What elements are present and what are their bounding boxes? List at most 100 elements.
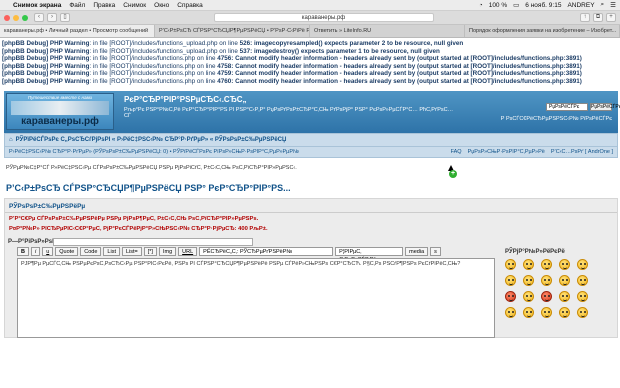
user-links: Р›РёС‡РЅС‹Р№ СЂР°Р·РґРµР» (РЎРѕРѕР±С‰РµР… xyxy=(5,145,617,157)
menu-capture[interactable]: Снимок xyxy=(123,2,146,9)
tab-topic[interactable]: Р’С‹Р±РѕСЂ СЃРЅР°СЂСЏР¶РµРЅРёСЏ • Р’РѕР·… xyxy=(155,25,310,37)
smiley-icon[interactable] xyxy=(523,258,534,270)
smiley-icon[interactable] xyxy=(559,258,570,270)
smiley-icon[interactable] xyxy=(541,258,552,270)
list-button[interactable]: List xyxy=(103,246,120,256)
breadcrumb: ⌂ РЎРїРёСЃРѕРє С„РѕСЂСѓРјРѕРІ « Р›РёС‡РЅ… xyxy=(5,134,617,146)
url-button[interactable]: URL xyxy=(178,246,198,256)
list-item-button[interactable]: [*] xyxy=(143,246,157,256)
battery-level[interactable]: 100 % xyxy=(489,2,507,9)
home-icon: ⌂ xyxy=(9,136,13,143)
forward-button[interactable]: › xyxy=(47,13,57,22)
smiley-icon[interactable] xyxy=(523,290,534,302)
smiley-icon[interactable] xyxy=(505,274,516,286)
font-color-select[interactable]: Р¦РІРµС‚ С‚РµРєСЃС‚Р° xyxy=(335,246,404,263)
breadcrumb-text[interactable]: РЎРїРёСЃРѕРє С„РѕСЂСѓРјРѕРІ « Р›РёС‡РЅС‹… xyxy=(16,137,287,143)
smiley-icon[interactable] xyxy=(541,306,552,318)
panel-heading: РЎРѕРѕР±С‰РµРЅРёРµ xyxy=(5,199,617,213)
smiley-icon[interactable] xyxy=(559,306,570,318)
subject-input[interactable] xyxy=(53,237,253,246)
logo-name: караванеры.рф xyxy=(21,115,99,127)
zoom-window-button[interactable] xyxy=(22,14,28,21)
tab-patent[interactable]: Порядок оформления заявки на изобретение… xyxy=(465,25,620,37)
warning-line: [phpBB Debug] PHP Warning: in file [ROOT… xyxy=(2,70,582,78)
tab-liteinfo[interactable]: Ответить » LiteInfo.RU xyxy=(310,25,465,37)
smiley-icon[interactable] xyxy=(523,306,534,318)
wifi-icon[interactable]: ◔ xyxy=(479,2,483,9)
warning-line: [phpBB Debug] PHP Warning: in file [ROOT… xyxy=(2,77,582,85)
media-button[interactable]: media xyxy=(405,246,429,256)
new-tab-button[interactable]: + xyxy=(606,13,616,22)
menu-app-name[interactable]: Снимок экрана xyxy=(13,2,61,9)
underline-button[interactable]: u xyxy=(42,246,54,256)
logo-tagline: Путешествие вместе с нами xyxy=(27,94,93,100)
logout-link[interactable]: Р’С‹С…РѕРґ [ AndrOne ] xyxy=(551,149,613,155)
menu-edit[interactable]: Правка xyxy=(93,2,115,9)
menu-window[interactable]: Окно xyxy=(154,2,169,9)
debug-warnings: [phpBB Debug] PHP Warning: in file [ROOT… xyxy=(0,38,620,86)
image-button[interactable]: Img xyxy=(158,246,177,256)
ucp-link[interactable]: Р›РёС‡РЅС‹Р№ СЂР°Р·РґРµР» (РЎРѕРѕР±С‰РµР… xyxy=(9,149,299,155)
user-name[interactable]: ANDREY xyxy=(567,2,594,9)
smiley-icon[interactable] xyxy=(559,274,570,286)
smiley-icon[interactable] xyxy=(577,290,588,302)
error-message: Р’Р°С€Рµ СЃРѕРѕР±С‰РµРЅРёРµ РЅРµ РјРѕР¶Р… xyxy=(9,215,259,222)
bold-button[interactable]: B xyxy=(17,246,29,256)
forum-navbar: ⌂ РЎРїРёСЃРѕРє С„РѕСЂСѓРјРѕРІ « Р›РёС‡РЅ… xyxy=(4,132,618,158)
smiley-icon[interactable] xyxy=(577,274,588,286)
bbcode-toolbar: B i u Quote Code List List= [*] Img URL … xyxy=(17,246,441,263)
angry-smiley-icon[interactable] xyxy=(541,290,552,302)
font-size-select[interactable]: РЁСЂРёС„С‚: РЎСЂРµРґРЅРёР№ xyxy=(199,246,334,256)
share-icon[interactable]: ↑ xyxy=(580,13,590,22)
post-panel: РЎРѕРѕР±С‰РµРЅРёРµ Р’Р°С€Рµ СЃРѕРѕР±С‰Рµ… xyxy=(4,197,618,338)
warning-line: [phpBB Debug] PHP Warning: in file [ROOT… xyxy=(2,40,464,47)
url-bar[interactable]: караванеры.рф xyxy=(213,13,434,22)
italic-button[interactable]: i xyxy=(30,246,41,256)
code-button[interactable]: Code xyxy=(80,246,102,256)
site-description: Рљр°Рє РЅР°Р№С‚Рё РєР°СЂР°РІР°РЅ РІ РЅР°… xyxy=(124,106,454,120)
angry-smiley-icon[interactable] xyxy=(505,290,516,302)
ordered-list-button[interactable]: List= xyxy=(121,246,142,256)
list-icon[interactable]: ☰ xyxy=(610,1,616,9)
tab-bar: караванеры.рф • Личный раздел • Просмотр… xyxy=(0,25,620,38)
smiley-icon[interactable] xyxy=(523,274,534,286)
logo-image xyxy=(11,100,109,115)
quote-button[interactable]: Quote xyxy=(55,246,79,256)
smiley-icon[interactable] xyxy=(541,274,552,286)
browser-toolbar: ‹ › ▯ караванеры.рф ↑ ⧉ + xyxy=(0,11,620,25)
menubar-status: ◔ 100 % ▭ 6 нояб. 9:15 ANDREY ⌕ ☰ xyxy=(479,1,616,9)
close-window-button[interactable] xyxy=(4,14,10,21)
clock[interactable]: 6 нояб. 9:15 xyxy=(525,2,561,9)
notice-text: РЎРµР№С‡Р°СЃ Р»РёС‡РЅС‹Рµ СЃРѕРѕР±С‰РµРЅ… xyxy=(6,164,297,171)
tabs-icon[interactable]: ⧉ xyxy=(593,13,603,22)
smiley-icon[interactable] xyxy=(505,306,516,318)
smilies-grid xyxy=(505,258,617,318)
smiley-icon[interactable] xyxy=(559,290,570,302)
warning-line: [phpBB Debug] PHP Warning: in file [ROOT… xyxy=(2,62,582,70)
site-logo[interactable]: Путешествие вместе с нами караванеры.рф xyxy=(6,92,114,130)
faq-link[interactable]: FAQ xyxy=(451,149,462,155)
menu-file[interactable]: Файл xyxy=(69,2,85,9)
error-message: Р¤Р°Р№Р» РїСЂРµРІС‹С€Р°РµС‚ РјР°РєСЃРёРј… xyxy=(9,225,268,232)
menu-help[interactable]: Справка xyxy=(177,2,203,9)
site-title[interactable]: РєР°СЂР°РІР°РЅРµСЂС‹.СЂС„ xyxy=(124,95,247,104)
page-title[interactable]: Р’С‹Р±РѕСЂ СЃРЅР°СЂСЏР¶РµРЅРёСЏ РЅР° РєР… xyxy=(6,183,620,193)
tab-private-messages[interactable]: караванеры.рф • Личный раздел • Просмотр… xyxy=(0,25,155,37)
s-button[interactable]: s xyxy=(430,246,441,256)
smiley-icon[interactable] xyxy=(577,306,588,318)
search-button[interactable]: РџРѕРёСЃРє xyxy=(590,102,620,111)
minimize-window-button[interactable] xyxy=(13,14,19,21)
sidebar-icon[interactable]: ▯ xyxy=(60,13,70,22)
search-input[interactable]: РџРѕРёСЃРє xyxy=(546,102,588,111)
mac-menubar: Снимок экрана Файл Правка Снимок Окно Сп… xyxy=(0,0,620,11)
warning-line: [phpBB Debug] PHP Warning: in file [ROOT… xyxy=(2,55,582,63)
smiley-icon[interactable] xyxy=(577,258,588,270)
message-textarea[interactable]: РЈР¶Рµ РµСЃС‚СЊ РЅРµРєРѕС‚РѕСЂС‹Рµ РЅР°Р… xyxy=(17,257,495,338)
advanced-search-link[interactable]: Р РѕСЃС€РёСЂРµРЅРЅС‹Р№ РїРѕРёСЃРє xyxy=(501,116,612,122)
search-icon[interactable]: ⌕ xyxy=(601,1,605,9)
site-header: Путешествие вместе с нами караванеры.рф … xyxy=(4,90,620,133)
battery-icon[interactable]: ▭ xyxy=(513,1,519,9)
register-link[interactable]: РџРѕР»СЊР·РѕРІР°С‚РµР»Рё xyxy=(468,149,545,155)
smiley-icon[interactable] xyxy=(505,258,516,270)
back-button[interactable]: ‹ xyxy=(34,13,44,22)
